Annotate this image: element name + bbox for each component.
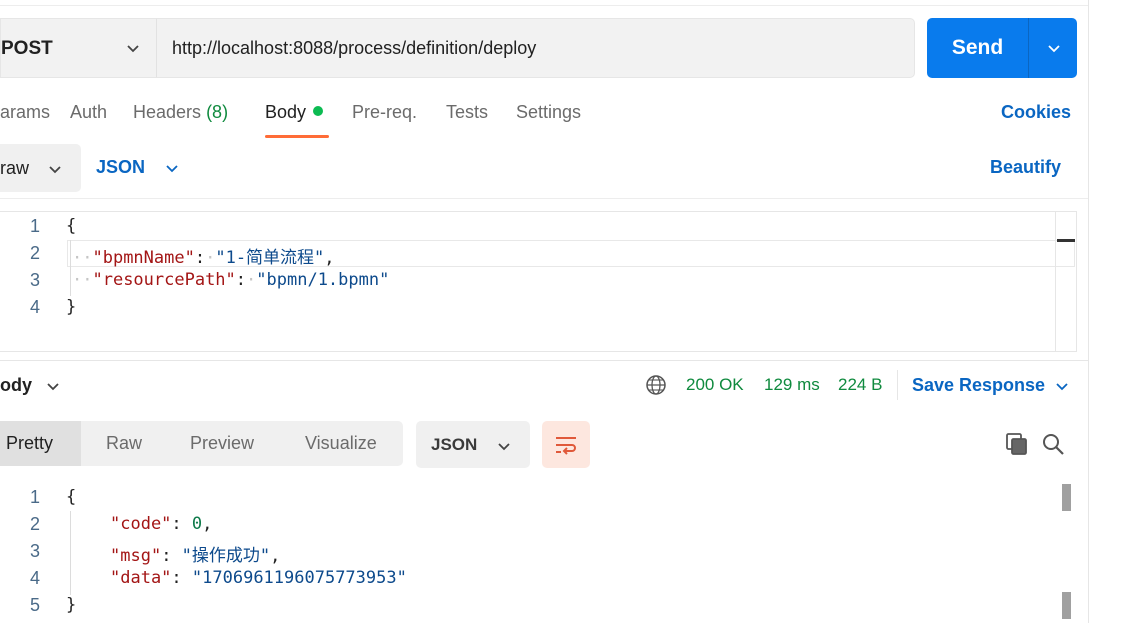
body-mode-label: raw	[0, 158, 30, 178]
line-number: 1	[29, 216, 40, 236]
vertical-separator	[897, 370, 898, 400]
tab-body[interactable]: Body	[265, 102, 324, 123]
close-brace: }	[66, 297, 77, 317]
code-line: "code": 0,	[110, 514, 213, 534]
tab-headers[interactable]: Headers (8)	[133, 102, 228, 123]
editor-scrollbar[interactable]	[1055, 212, 1075, 351]
line-number: 3	[29, 541, 40, 561]
headers-count: (8)	[206, 102, 229, 122]
line-number: 2	[29, 243, 40, 263]
chevron-down-icon[interactable]	[45, 379, 61, 395]
code-line: "data": "1706961196075773953"	[110, 568, 407, 588]
send-options-button[interactable]	[1028, 18, 1077, 78]
line-number: 1	[29, 487, 40, 507]
response-language-label: JSON	[431, 435, 478, 454]
scrollbar-cursor-marker	[1057, 239, 1075, 242]
cookies-link[interactable]: Cookies	[1001, 102, 1071, 123]
url-input[interactable]: http://localhost:8088/process/definition…	[156, 18, 915, 78]
json-value: "bpmn/1.bpmn"	[256, 270, 390, 290]
chevron-down-icon	[498, 443, 510, 451]
json-key: "resourcePath"	[92, 270, 236, 290]
open-brace: {	[66, 487, 77, 507]
tab-tests[interactable]: Tests	[446, 102, 488, 123]
response-size[interactable]: 224 B	[838, 375, 882, 395]
panel-right-border	[1088, 0, 1089, 623]
line-number: 2	[29, 514, 40, 534]
tab-body-label: Body	[265, 102, 307, 122]
globe-icon[interactable]	[645, 374, 667, 396]
chevron-down-icon[interactable]	[164, 161, 180, 177]
response-time[interactable]: 129 ms	[764, 375, 820, 395]
json-key: "code"	[110, 514, 172, 534]
indent-guide	[70, 240, 71, 296]
wrap-lines-icon	[556, 437, 576, 455]
save-response-button[interactable]: Save Response	[912, 375, 1045, 396]
method-label: POST	[1, 38, 53, 59]
line-number: 3	[29, 270, 40, 290]
close-brace: }	[66, 595, 77, 615]
json-key: "bpmnName"	[92, 248, 195, 268]
json-key: "msg"	[110, 546, 162, 566]
chevron-down-icon	[49, 166, 61, 174]
line-number: 4	[29, 297, 40, 317]
body-language-select[interactable]: JSON	[96, 157, 145, 178]
json-value: "操作成功"	[181, 546, 271, 566]
line-number: 5	[29, 595, 40, 615]
json-value: 0	[191, 514, 203, 534]
code-line: "msg": "操作成功",	[110, 546, 281, 566]
response-language-select[interactable]: JSON	[416, 421, 530, 468]
view-tab-preview[interactable]: Preview	[190, 433, 254, 454]
code-line: ··"resourcePath":·"bpmn/1.bpmn"	[72, 270, 390, 290]
code-line: ··"bpmnName":·"1-简单流程",	[72, 248, 335, 268]
divider	[0, 198, 1088, 199]
wrap-lines-button[interactable]	[542, 421, 590, 468]
response-body-select[interactable]: ody	[0, 375, 32, 396]
tab-auth[interactable]: Auth	[70, 102, 107, 123]
indent-guide	[70, 511, 71, 595]
body-indicator-dot	[313, 106, 324, 116]
view-tab-pretty[interactable]: Pretty	[6, 433, 53, 454]
json-value: "1706961196075773953"	[191, 568, 407, 588]
json-key: "data"	[110, 568, 172, 588]
status-code[interactable]: 200 OK	[686, 375, 744, 395]
body-mode-select[interactable]: raw	[0, 144, 81, 192]
search-icon[interactable]	[1041, 432, 1065, 456]
tab-prerequest[interactable]: Pre-req.	[352, 102, 417, 123]
beautify-link[interactable]: Beautify	[990, 157, 1061, 178]
chevron-down-icon[interactable]	[1054, 379, 1070, 395]
url-text: http://localhost:8088/process/definition…	[172, 38, 537, 58]
copy-icon[interactable]	[1005, 432, 1029, 456]
tab-headers-label: Headers	[133, 102, 202, 122]
top-divider	[0, 5, 1088, 6]
tab-params[interactable]: arams	[0, 102, 50, 123]
open-brace: {	[66, 216, 77, 236]
json-value: "1-简单流程"	[215, 248, 325, 268]
method-select[interactable]: POST	[0, 18, 156, 78]
view-tab-raw[interactable]: Raw	[106, 433, 142, 454]
active-tab-underline	[265, 135, 329, 138]
tab-settings[interactable]: Settings	[516, 102, 581, 123]
send-button[interactable]: Send	[927, 18, 1028, 78]
view-tab-visualize[interactable]: Visualize	[305, 433, 377, 454]
response-scrollbar-bottom[interactable]	[1062, 592, 1071, 619]
chevron-down-icon	[127, 45, 139, 53]
response-divider	[0, 360, 1088, 361]
response-scrollbar-top[interactable]	[1062, 484, 1071, 511]
line-number: 4	[29, 568, 40, 588]
chevron-down-icon	[1048, 45, 1060, 53]
